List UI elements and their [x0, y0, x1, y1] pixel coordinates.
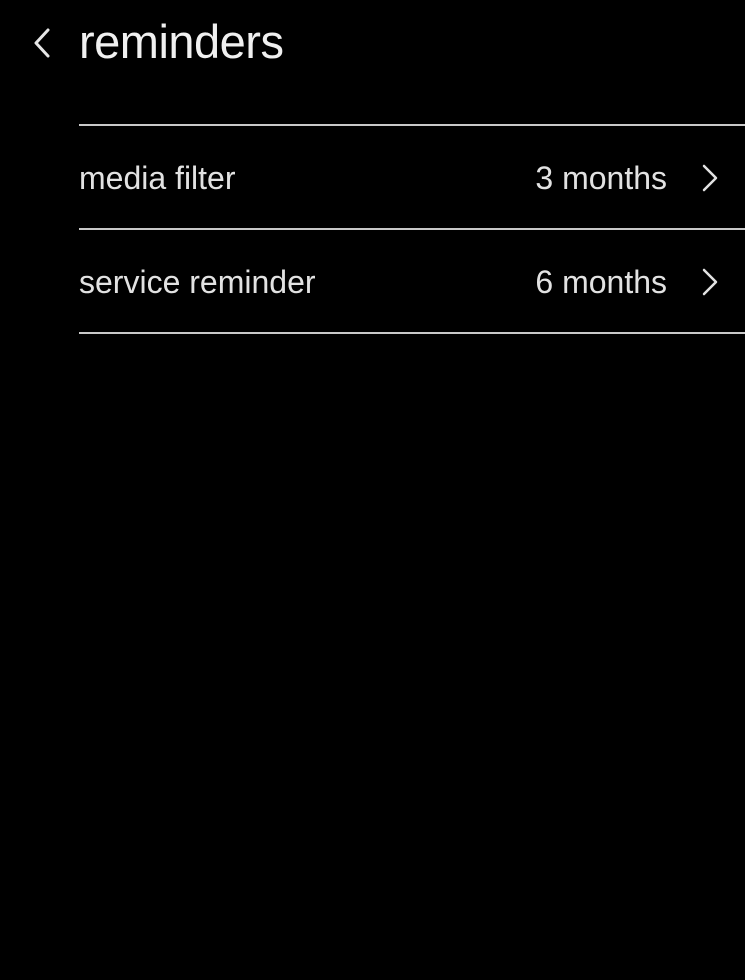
back-button[interactable] — [22, 20, 62, 66]
chevron-left-icon — [34, 28, 50, 58]
page-title: reminders — [79, 15, 284, 68]
chevron-right-icon — [701, 267, 719, 297]
item-label: service reminder — [79, 264, 316, 300]
list-item-service-reminder[interactable]: service reminder 6 months — [79, 230, 745, 334]
item-label: media filter — [79, 160, 236, 196]
item-value: 3 months — [535, 160, 667, 196]
reminders-list: media filter 3 months service reminder 6… — [79, 124, 745, 334]
header: reminders — [0, 0, 745, 90]
chevron-right-icon — [701, 163, 719, 193]
item-value: 6 months — [535, 264, 667, 300]
list-item-media-filter[interactable]: media filter 3 months — [79, 126, 745, 230]
